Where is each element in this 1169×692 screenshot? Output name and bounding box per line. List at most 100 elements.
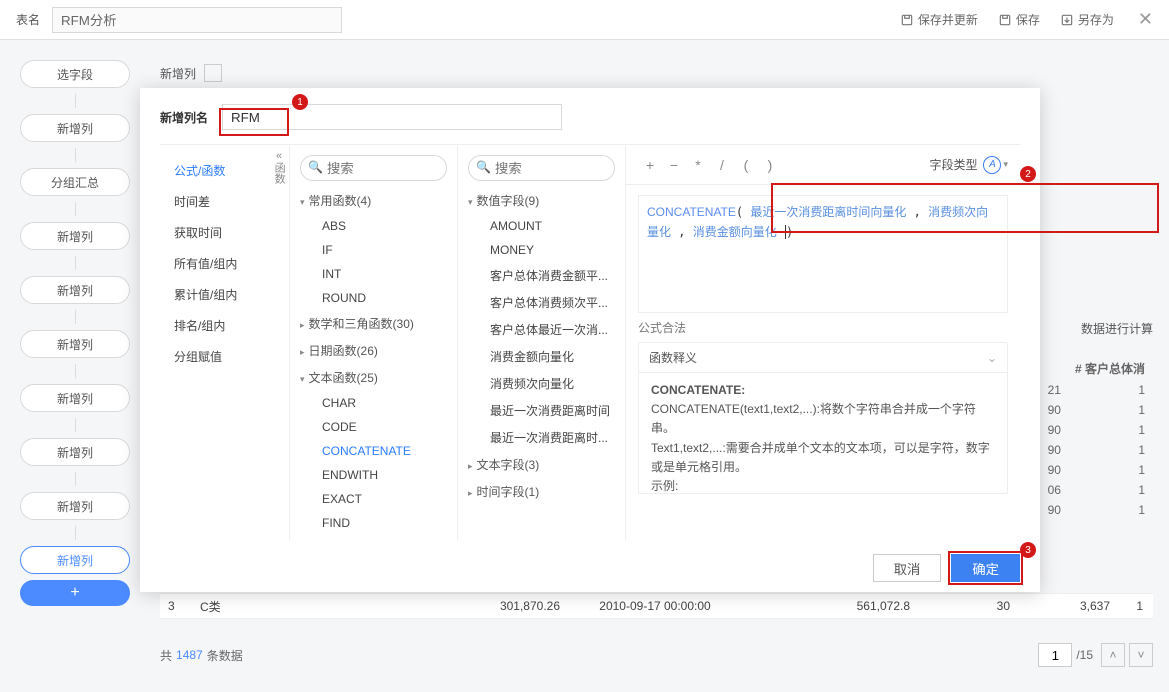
tree-item[interactable]: 客户总体消费金额平... [466,262,621,289]
operator-button[interactable]: / [710,157,734,173]
definition-header: 函数释义 [649,349,697,366]
definition-body: CONCATENATE(text1,text2,...):将数个字符串合并成一个… [651,400,995,493]
tree-item[interactable]: AMOUNT [466,214,621,238]
step-pill[interactable]: 新增列 [20,330,130,358]
page-next-button[interactable]: ˅ [1129,643,1153,667]
tree-item[interactable]: 客户总体消费频次平... [466,289,621,316]
data-row: 3 C类 301,870.26 2010-09-17 00:00:00 561,… [160,593,1153,619]
step-pill[interactable]: 新增列 [20,438,130,466]
callout-badge-2: 2 [1020,166,1036,182]
step-pill[interactable]: 新增列 [20,492,130,520]
tree-item[interactable]: IF [298,238,453,262]
chevron-down-icon[interactable]: ⌄ [987,351,997,365]
function-list-panel: 🔍 常用函数(4)ABSIFINTROUND数学和三角函数(30)日期函数(26… [290,145,458,540]
tree-item[interactable]: FORMAT [298,535,453,540]
peek-col-header: # 客户总体消 [1069,358,1151,379]
field-list-panel: 🔍 数值字段(9)AMOUNTMONEY客户总体消费金额平...客户总体消费频次… [458,145,626,540]
category-tab[interactable]: 获取时间 [160,217,289,248]
tree-item[interactable]: 客户总体最近一次消... [466,316,621,343]
close-icon[interactable]: ✕ [1138,9,1153,30]
pager: 共 1487 条数据 /15 ˄ ˅ [160,640,1153,670]
tree-item[interactable]: ABS [298,214,453,238]
category-tab[interactable]: 公式/函数 [160,155,289,186]
tree-item[interactable]: FIND [298,511,453,535]
tree-group[interactable]: 文本函数(25) [298,364,453,391]
category-tab[interactable]: 所有值/组内 [160,248,289,279]
step-pill[interactable]: 新增列 [20,384,130,412]
callout-badge-3: 3 [1020,542,1036,558]
tree-group[interactable]: 时间字段(1) [466,478,621,505]
category-tab[interactable]: 排名/组内 [160,310,289,341]
row-count: 1487 [176,648,203,662]
definition-title: CONCATENATE: [651,381,995,400]
category-tab[interactable]: 时间差 [160,186,289,217]
table-row: 061 [1027,481,1151,499]
operator-button[interactable]: ) [758,157,782,173]
table-row: 901 [1027,421,1151,439]
tree-item[interactable]: 最近一次消费距离时... [466,424,621,451]
step-pill[interactable]: 新增列 [20,222,130,250]
tree-group[interactable]: 数学和三角函数(30) [298,310,453,337]
save-and-update-button[interactable]: 保存并更新 [900,11,978,28]
peek-table: # 客户总体消 211 901 901 901 901 061 901 [1025,356,1153,521]
operation-title-bar: 新增列 [160,60,1153,86]
tree-group[interactable]: 常用函数(4) [298,187,453,214]
step-pill[interactable]: 新增列 [20,546,130,574]
operator-button[interactable]: + [638,157,662,173]
tree-item[interactable]: CONCATENATE [298,439,453,463]
table-row: 901 [1027,461,1151,479]
tree-item[interactable]: ENDWITH [298,463,453,487]
step-pill[interactable]: 选字段 [20,60,130,88]
table-row: 901 [1027,441,1151,459]
new-column-name-input[interactable] [222,104,562,130]
tree-item[interactable]: EXACT [298,487,453,511]
save-button[interactable]: 保存 [998,11,1040,28]
tree-item[interactable]: CODE [298,415,453,439]
operator-button[interactable]: * [686,157,710,173]
add-step-button[interactable]: + [20,580,130,606]
save-as-button[interactable]: 另存为 [1060,11,1114,28]
bg-right-header: 数据进行计算 [1081,320,1153,337]
formula-editor-panel: +−*/() 字段类型 A ▾ CONCATENATE( 最近一次消费距离时间向… [626,145,1020,540]
operator-button[interactable]: ( [734,157,758,173]
chevron-down-icon: ▾ [1003,159,1008,170]
step-pill[interactable]: 新增列 [20,276,130,304]
tree-group[interactable]: 数值字段(9) [466,187,621,214]
field-type-selector[interactable]: 字段类型 A ▾ [929,156,1008,174]
page-input[interactable] [1038,643,1072,667]
new-column-label: 新增列名 [160,109,208,126]
tree-item[interactable]: CHAR [298,391,453,415]
search-icon: 🔍 [308,160,323,174]
step-rail: 选字段新增列分组汇总新增列新增列新增列新增列新增列新增列新增列+ [0,40,150,626]
tree-item[interactable]: INT [298,262,453,286]
cancel-button[interactable]: 取消 [873,554,942,582]
tree-group[interactable]: 日期函数(26) [298,337,453,364]
page-prev-button[interactable]: ˄ [1101,643,1125,667]
table-row: 211 [1027,381,1151,399]
category-tab[interactable]: 分组赋值 [160,341,289,372]
step-pill[interactable]: 分组汇总 [20,168,130,196]
table-name-input[interactable] [52,7,342,33]
formula-category-list: 公式/函数时间差获取时间所有值/组内累计值/组内排名/组内分组赋值 [160,145,290,540]
op-icon-placeholder [204,64,222,82]
operator-button[interactable]: − [662,157,686,173]
collapse-functions-toggle[interactable]: « 函数 [273,150,285,184]
operator-toolbar: +−*/() 字段类型 A ▾ [626,145,1020,185]
chevron-left-icon: « [273,150,285,162]
function-definition-panel: 函数释义 ⌄ CONCATENATE: CONCATENATE(text1,te… [638,342,1008,494]
formula-textarea[interactable]: CONCATENATE( 最近一次消费距离时间向量化 , 消费频次向量化 , 消… [638,195,1008,313]
callout-badge-1: 1 [292,94,308,110]
tree-item[interactable]: ROUND [298,286,453,310]
tree-item[interactable]: 消费频次向量化 [466,370,621,397]
category-tab[interactable]: 累计值/组内 [160,279,289,310]
tree-item[interactable]: MONEY [466,238,621,262]
tree-group[interactable]: 文本字段(3) [466,451,621,478]
formula-valid-label: 公式合法 [638,319,1008,336]
table-row: 901 [1027,401,1151,419]
tree-item[interactable]: 消费金额向量化 [466,343,621,370]
step-pill[interactable]: 新增列 [20,114,130,142]
ok-button[interactable]: 确定 [951,554,1020,582]
table-row: 901 [1027,501,1151,519]
field-type-icon: A [983,156,1001,174]
tree-item[interactable]: 最近一次消费距离时间 [466,397,621,424]
